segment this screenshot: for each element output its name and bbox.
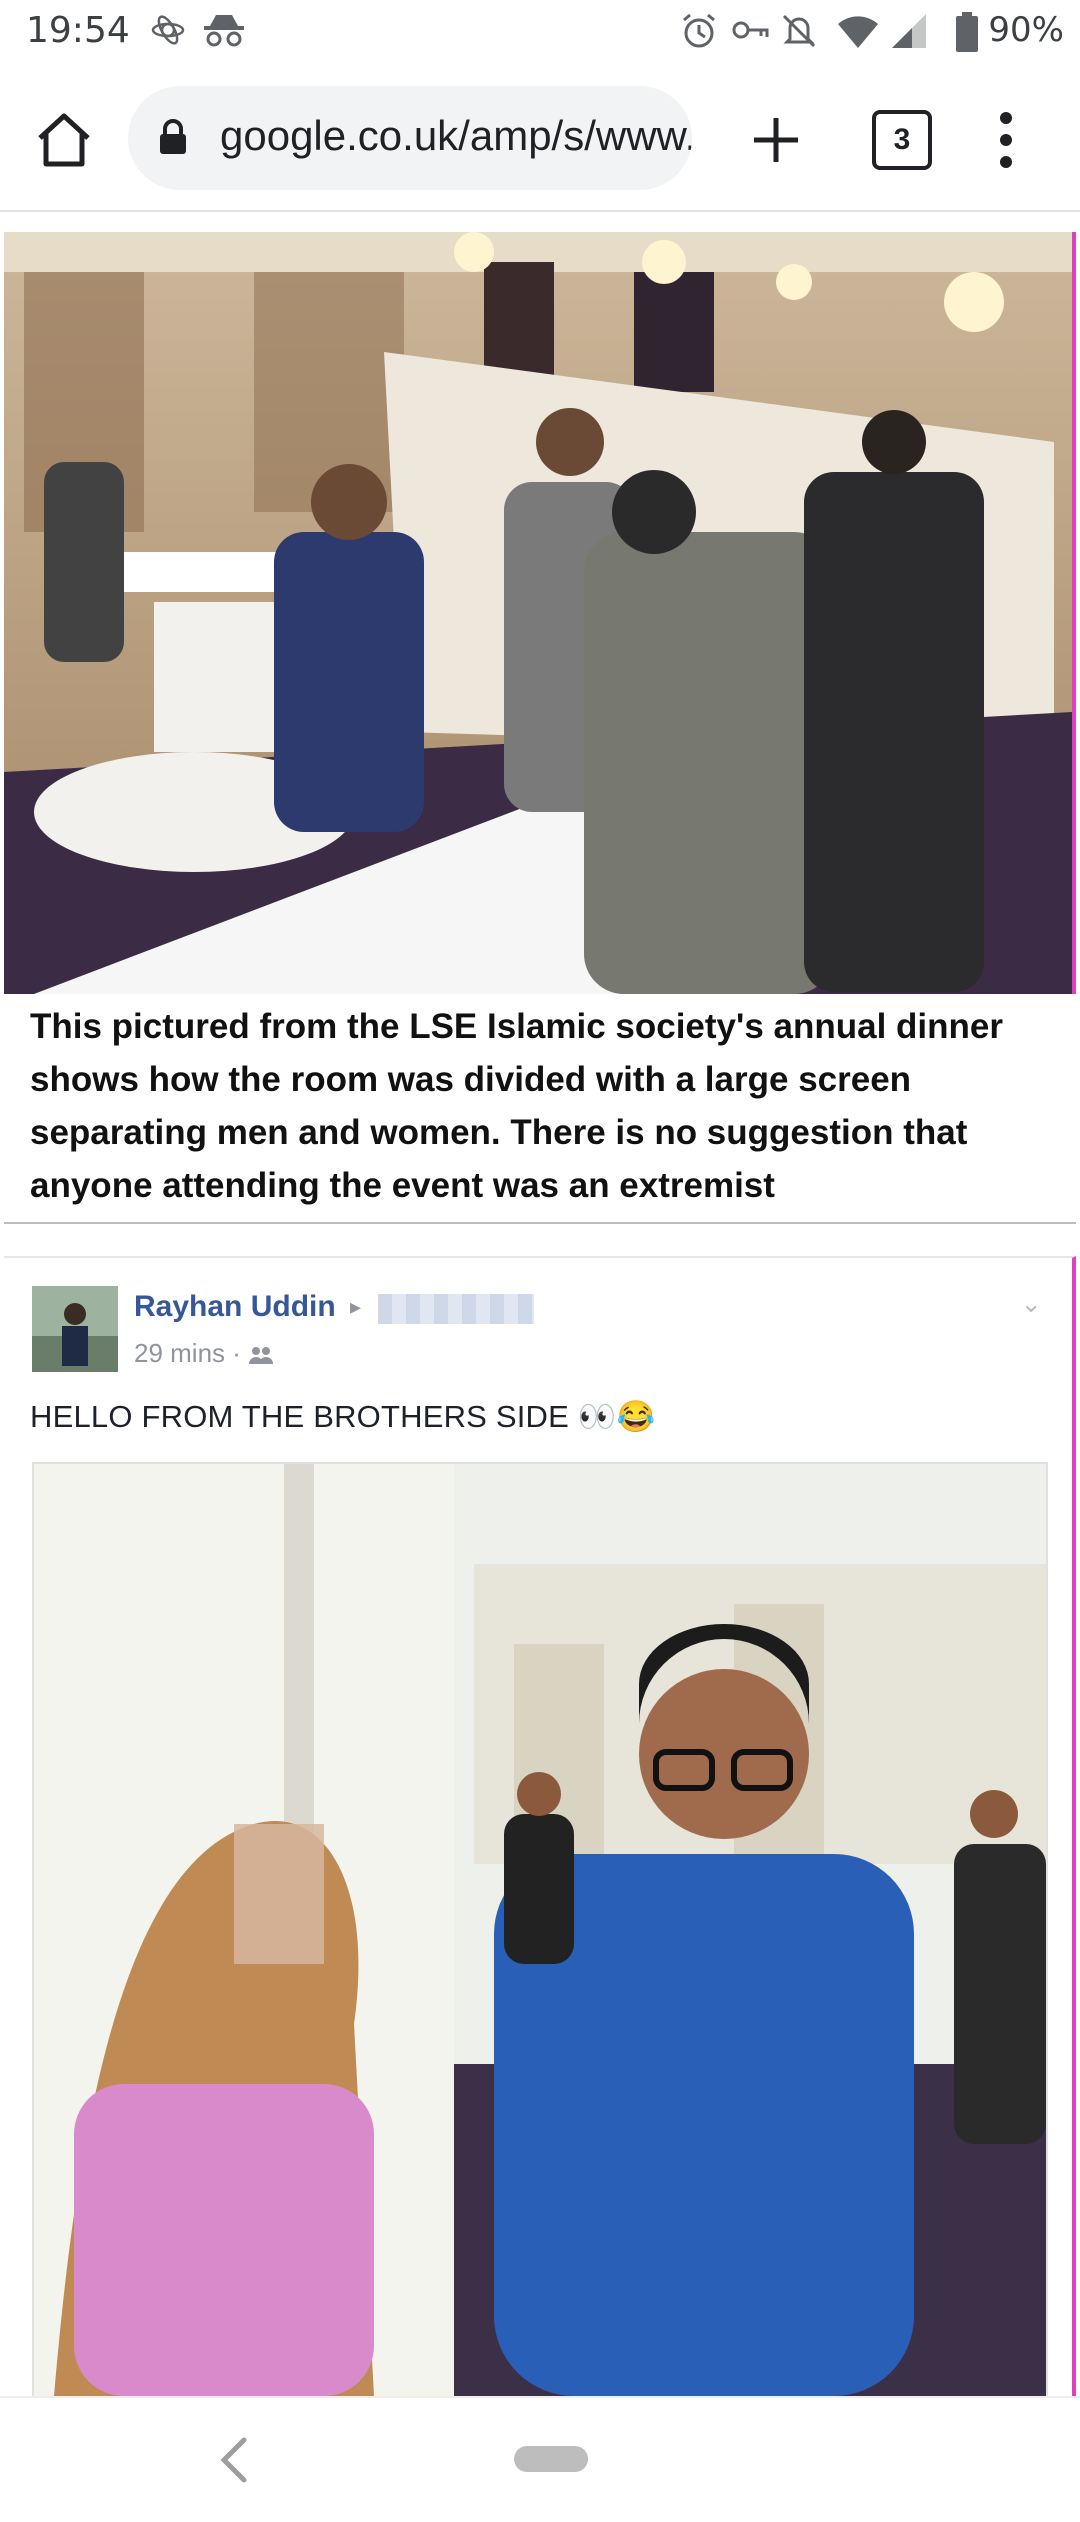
system-nav-bar <box>0 2396 1080 2522</box>
tabs-icon: 3 <box>872 110 932 170</box>
post-text: HELLO FROM THE BROTHERS SIDE 👀😂 <box>30 1399 656 1434</box>
signal-icon <box>892 14 926 48</box>
wifi-icon <box>838 16 878 48</box>
status-time: 19:54 <box>26 10 130 51</box>
photo-caption: This pictured from the LSE Islamic socie… <box>30 1007 1003 1205</box>
post-photo <box>32 1462 1048 2398</box>
alarm-icon <box>683 13 715 48</box>
android-debug-icon <box>151 15 185 45</box>
address-bar[interactable]: google.co.uk/amp/s/www.dailymail.co.uk <box>128 86 692 190</box>
home-icon[interactable] <box>30 106 98 174</box>
vpn-key-icon <box>732 21 769 39</box>
more-vert-icon[interactable] <box>990 104 1022 176</box>
notifications-off-icon <box>782 14 816 48</box>
friends-audience-icon <box>249 1347 274 1365</box>
blurred-group-name <box>378 1294 534 1324</box>
facebook-post-screenshot: Rayhan Uddin ▸ 29 mins · ⌄ HELLO FROM TH… <box>4 1256 1076 2398</box>
back-icon[interactable] <box>214 2434 254 2486</box>
url-text: google.co.uk/amp/s/www.dailymail.co.uk <box>220 112 692 159</box>
battery-icon <box>956 12 978 52</box>
post-timestamp: 29 mins · <box>134 1338 274 1369</box>
tab-switcher-button[interactable]: 3 <box>872 110 932 170</box>
plus-icon[interactable] <box>744 108 808 172</box>
chevron-down-icon: ⌄ <box>1020 1288 1042 1318</box>
status-bar: 19:54 90% <box>0 0 1080 64</box>
divider <box>4 1222 1076 1224</box>
lock-icon <box>160 119 186 154</box>
browser-toolbar: google.co.uk/amp/s/www.dailymail.co.uk 3 <box>0 64 1080 212</box>
avatar <box>32 1286 118 1372</box>
caret-right-icon: ▸ <box>350 1294 362 1319</box>
incognito-icon <box>204 15 244 47</box>
post-author: Rayhan Uddin <box>134 1290 336 1323</box>
battery-percentage: 90% <box>988 10 1064 50</box>
article-photo-dinner <box>4 232 1076 994</box>
home-pill-icon[interactable] <box>514 2446 588 2472</box>
